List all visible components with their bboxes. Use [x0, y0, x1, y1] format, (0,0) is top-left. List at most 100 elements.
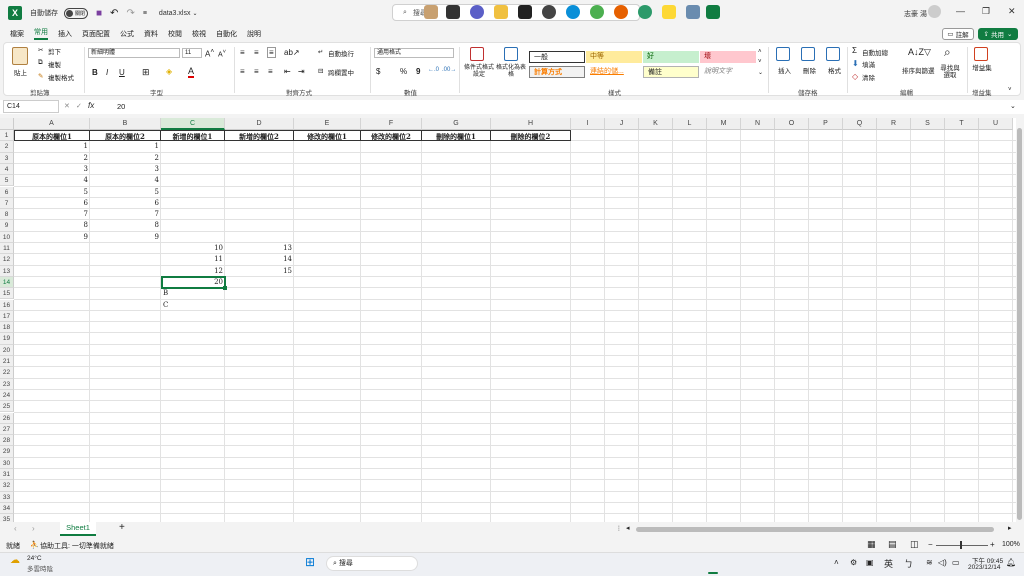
tab-insert[interactable]: 插入 — [58, 29, 72, 39]
tab-file[interactable]: 檔案 — [10, 29, 24, 39]
header-cell-d1[interactable]: 新增的欄位2 — [225, 130, 294, 141]
weather-temp[interactable]: 24°C — [27, 555, 42, 562]
row-header-15[interactable]: 15 — [0, 288, 14, 300]
spreadsheet-grid[interactable]: ABCDEFGHIJKLMNOPQRSTU 1 2 3 4 5 6 7 8 9 10 11 12 13 1… — [0, 118, 1016, 522]
chevron-down-icon[interactable]: ⌄ — [192, 10, 197, 17]
cell-a2[interactable]: 1 — [14, 141, 90, 152]
row-header-12[interactable]: 12 — [0, 254, 14, 266]
copy-button[interactable]: 複製 — [48, 59, 61, 69]
bold-icon[interactable]: B — [92, 68, 98, 77]
collapse-ribbon-icon[interactable]: ˅ — [1008, 87, 1012, 93]
grow-font-icon[interactable]: A˄ — [205, 48, 214, 59]
font-name-select[interactable]: 新細明體 — [88, 48, 180, 58]
delete-cells-icon[interactable] — [801, 47, 815, 61]
avatar[interactable] — [928, 5, 941, 18]
autosum-button[interactable]: 自動加總 — [862, 47, 888, 57]
column-header-g[interactable]: G — [422, 118, 491, 130]
addins-button[interactable]: 增益集 — [972, 65, 992, 72]
close-icon[interactable]: ✕ — [1008, 6, 1016, 17]
header-cell-a1[interactable]: 原本的欄位1 — [14, 130, 90, 141]
minimize-icon[interactable]: — — [956, 6, 965, 16]
merge-center-button[interactable]: 跨欄置中 — [328, 67, 354, 77]
delete-cells-button[interactable]: 刪除 — [803, 65, 816, 75]
row-header-16[interactable]: 16 — [0, 299, 14, 311]
header-cell-f1[interactable]: 修改的欄位2 — [361, 130, 422, 141]
row-header-10[interactable]: 10 — [0, 231, 14, 243]
redo-icon[interactable]: ↷ — [126, 8, 134, 19]
taskbar-search[interactable]: ⌕ 搜尋 — [326, 556, 418, 571]
row-header-7[interactable]: 7 — [0, 197, 14, 210]
find-select-button[interactable]: 尋找與選取 — [938, 65, 962, 79]
terminal-icon[interactable] — [518, 5, 532, 19]
select-all-corner[interactable] — [0, 118, 14, 130]
style-good[interactable]: 好 — [643, 51, 699, 63]
volume-icon[interactable]: ◁) — [938, 558, 947, 567]
row-header-28[interactable]: 28 — [0, 435, 14, 447]
cut-button[interactable]: 剪下 — [48, 46, 61, 56]
borders-icon[interactable]: ⊞ — [142, 67, 150, 78]
fill-color-icon[interactable]: ◈ — [166, 67, 172, 76]
addins-icon[interactable] — [974, 47, 988, 61]
style-calculation[interactable]: 計算方式 — [529, 66, 585, 78]
file-explorer-icon[interactable] — [494, 5, 508, 19]
decrease-indent-icon[interactable]: ⇤ — [284, 67, 291, 76]
column-header-t[interactable]: T — [945, 118, 979, 130]
cell-a10[interactable]: 9 — [14, 232, 90, 243]
row-header-5[interactable]: 5 — [0, 175, 14, 187]
scroll-right-icon[interactable]: ▸ — [1008, 524, 1012, 532]
header-cell-c1[interactable]: 新增的欄位1 — [161, 130, 225, 141]
sheet-tabs-splitter-icon[interactable]: ⋮ — [616, 525, 622, 532]
chevron-up-icon[interactable]: ˄ — [834, 558, 839, 567]
header-cell-h1[interactable]: 刪除的欄位2 — [491, 130, 571, 141]
weather-desc[interactable]: 多雲時陰 — [27, 563, 53, 573]
cell-b6[interactable]: 5 — [90, 187, 161, 198]
cell-c13[interactable]: 12 — [161, 266, 225, 277]
page-break-view-icon[interactable]: ◫ — [910, 539, 919, 550]
row-header-33[interactable]: 33 — [0, 491, 14, 503]
name-box[interactable]: C14 — [3, 100, 59, 113]
row-header-23[interactable]: 23 — [0, 378, 14, 390]
settings-gear-icon[interactable] — [542, 5, 556, 19]
row-header-3[interactable]: 3 — [0, 152, 14, 164]
row-header-19[interactable]: 19 — [0, 333, 14, 345]
cell-b8[interactable]: 7 — [90, 209, 161, 220]
row-header-35[interactable]: 35 — [0, 514, 14, 522]
font-size-select[interactable]: 11 — [182, 48, 202, 58]
row-header-17[interactable]: 17 — [0, 310, 14, 323]
percent-icon[interactable]: % — [400, 67, 407, 76]
align-middle-icon[interactable]: ≡ — [254, 48, 259, 57]
wrap-text-icon[interactable]: ↵ — [318, 48, 323, 56]
row-header-1[interactable]: 1 — [0, 130, 14, 142]
format-as-table-icon[interactable] — [504, 47, 518, 61]
cell-a5[interactable]: 4 — [14, 175, 90, 186]
tab-automate[interactable]: 自動化 — [216, 29, 237, 39]
row-header-8[interactable]: 8 — [0, 209, 14, 221]
format-cells-icon[interactable] — [826, 47, 840, 61]
next-sheet-icon[interactable]: › — [32, 524, 35, 533]
row-header-4[interactable]: 4 — [0, 163, 14, 176]
format-painter-icon[interactable]: ✎ — [38, 72, 43, 80]
expand-formula-bar-icon[interactable]: ⌄ — [1010, 102, 1016, 110]
share-button[interactable]: ⇪ 共用 ⌄ — [978, 28, 1018, 40]
row-header-27[interactable]: 27 — [0, 423, 14, 436]
row-header-25[interactable]: 25 — [0, 401, 14, 413]
column-header-p[interactable]: P — [809, 118, 843, 130]
cell-a4[interactable]: 3 — [14, 164, 90, 175]
column-header-j[interactable]: J — [605, 118, 639, 130]
column-header-u[interactable]: U — [979, 118, 1013, 130]
row-header-2[interactable]: 2 — [0, 141, 14, 153]
font-color-icon[interactable]: A — [188, 66, 195, 78]
cell-a7[interactable]: 6 — [14, 198, 90, 209]
cell-c12[interactable]: 11 — [161, 254, 225, 265]
row-header-6[interactable]: 6 — [0, 186, 14, 198]
align-center-icon[interactable]: ≡ — [254, 67, 259, 76]
row-header-14[interactable]: 14 — [0, 276, 14, 289]
app-icon-1[interactable] — [424, 5, 438, 19]
normal-view-icon[interactable]: ▦ — [867, 539, 876, 550]
app-icon-2[interactable] — [638, 5, 652, 19]
tab-view[interactable]: 檢視 — [192, 29, 206, 39]
underline-icon[interactable]: U — [119, 68, 125, 77]
row-header-18[interactable]: 18 — [0, 322, 14, 334]
column-header-n[interactable]: N — [741, 118, 775, 130]
cancel-icon[interactable]: ✕ — [64, 102, 70, 110]
